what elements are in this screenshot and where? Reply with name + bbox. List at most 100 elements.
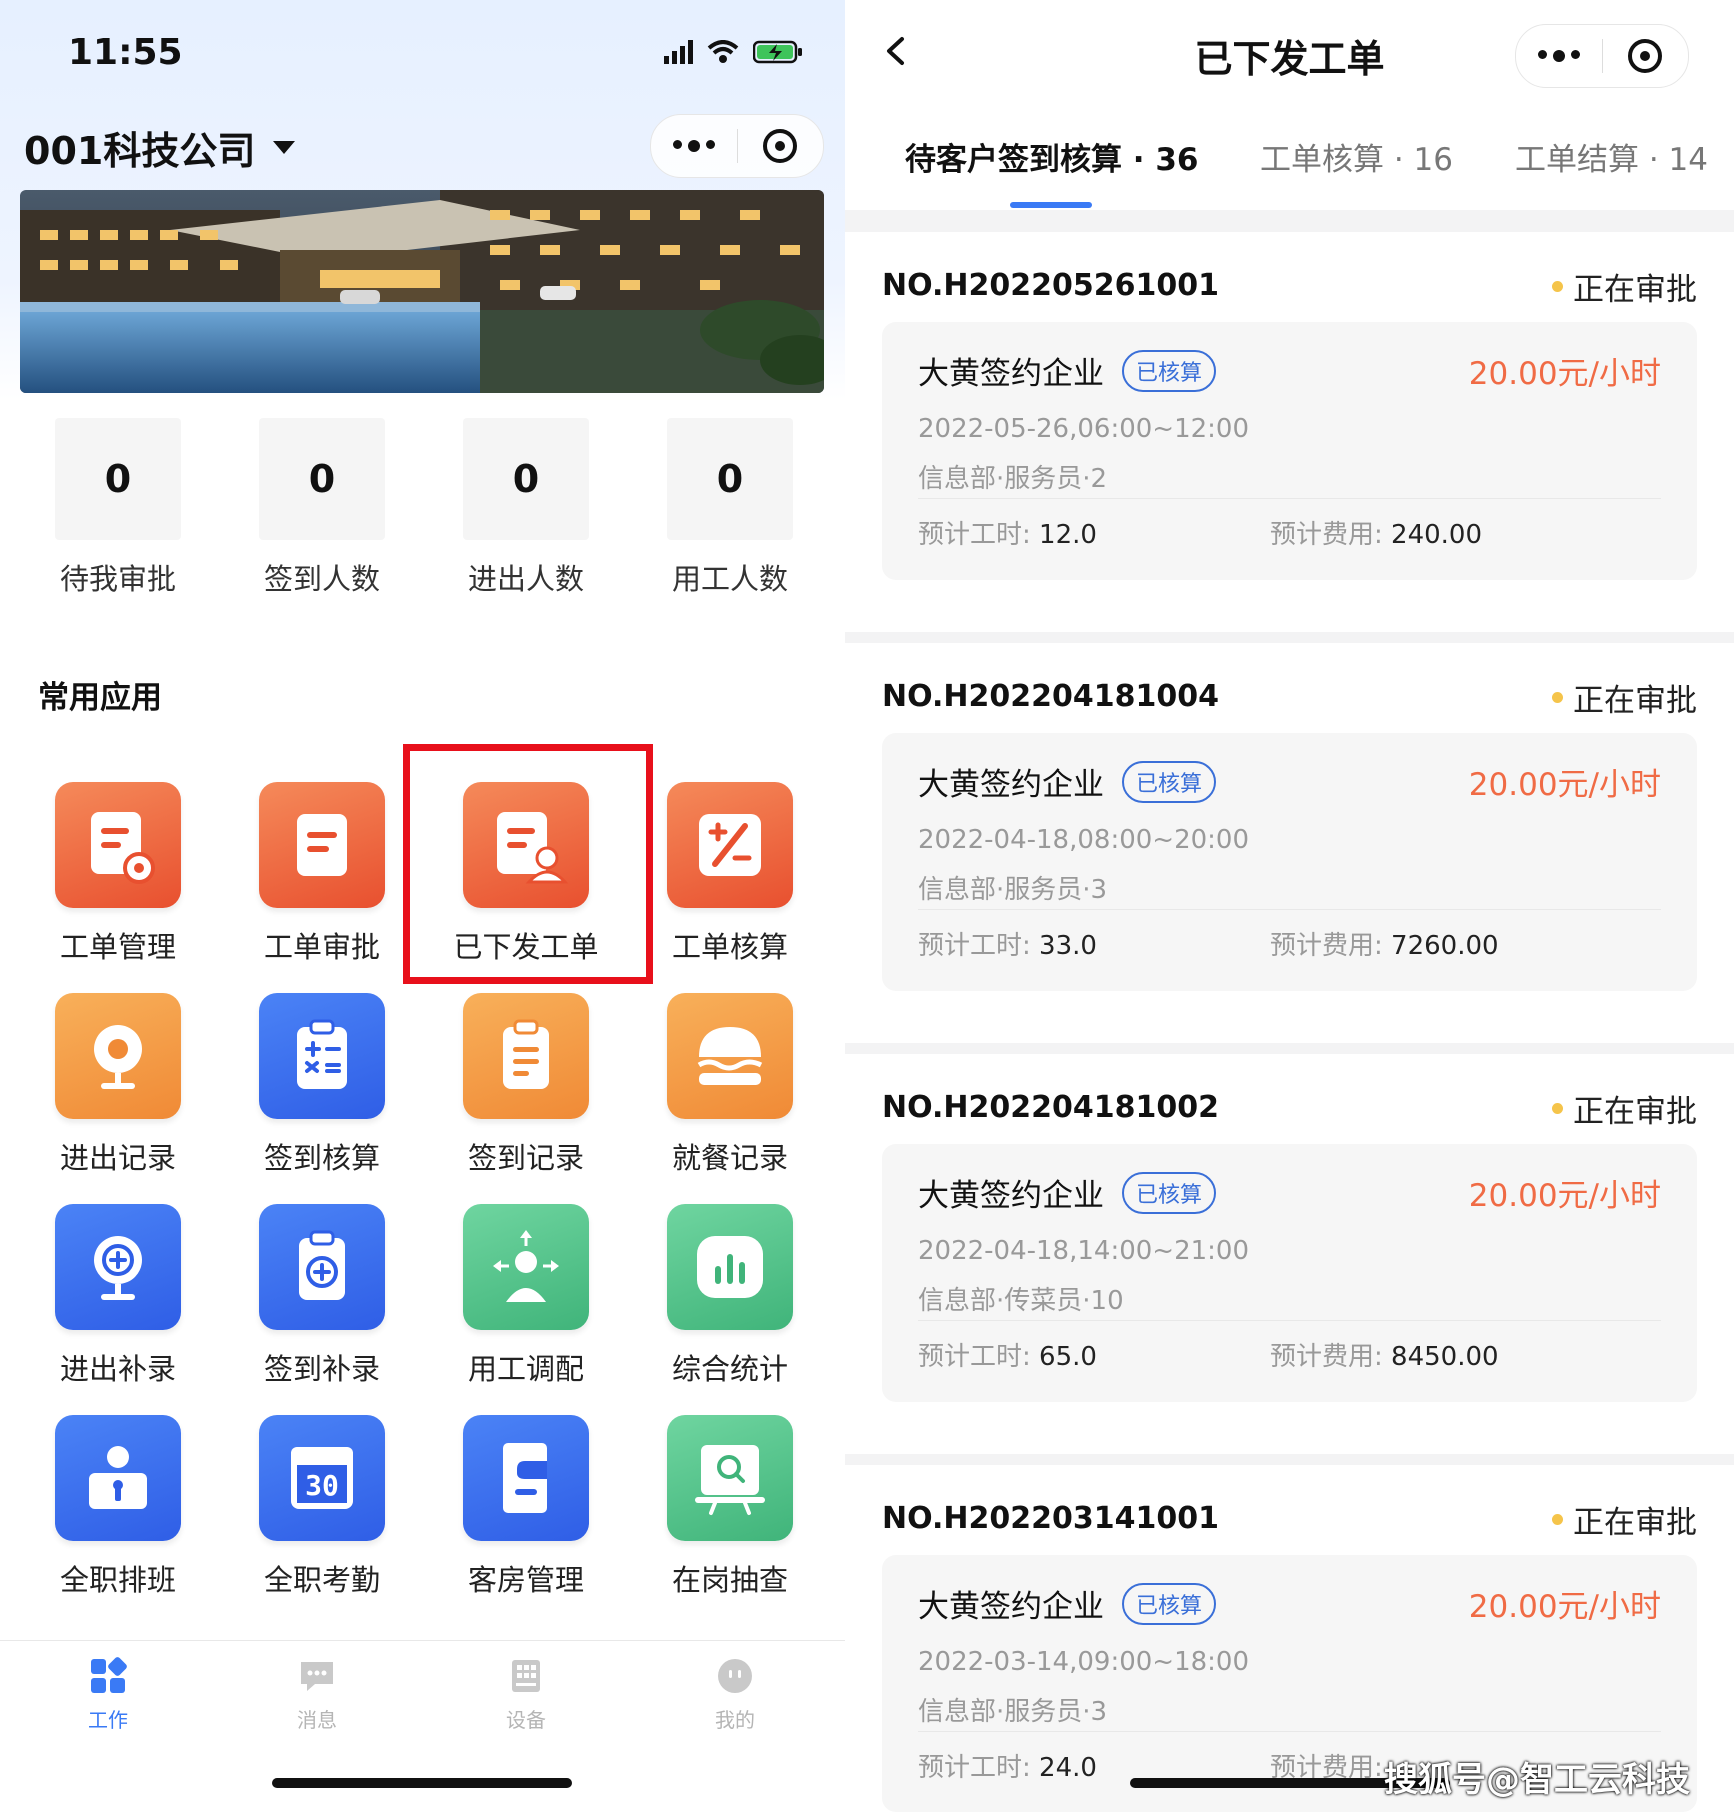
app-work-order-approval[interactable]: 工单审批	[237, 782, 407, 966]
company-row: 大黄签约企业 已核算	[918, 759, 1217, 804]
stat-value: 0	[55, 418, 181, 540]
company-name: 大黄签约企业	[918, 767, 1104, 803]
status-badge: 已核算	[1122, 349, 1217, 392]
order-number: NO.H202203141001	[882, 1501, 1219, 1536]
record-icon	[1628, 39, 1663, 73]
app-fulltime-attendance[interactable]: 30 全职考勤	[237, 1415, 407, 1599]
app-work-order-management[interactable]: 工单管理	[33, 782, 203, 966]
estimated-fee: 预计费用: 7260.00	[1270, 931, 1499, 961]
order-card[interactable]: NO.H202205261001 正在审批 大黄签约企业 已核算 20.00元/小…	[845, 232, 1734, 632]
face-icon	[718, 1659, 752, 1693]
work-home-screen: 11:55 001科技公司 0 待我审批 0 签到人数 0 进出人数 0 用工人…	[0, 0, 845, 1812]
stat-entry-exit-count[interactable]: 0 进出人数	[463, 418, 589, 598]
order-card[interactable]: NO.H202204181004 正在审批 大黄签约企业 已核算 20.00元/小…	[845, 643, 1734, 1043]
estimated-fee: 预计费用: 8450.00	[1270, 1342, 1499, 1372]
stat-value: 0	[463, 418, 589, 540]
company-row: 大黄签约企业 已核算	[918, 348, 1217, 393]
app-onduty-spot-check[interactable]: 在岗抽查	[645, 1415, 815, 1599]
stat-worker-count[interactable]: 0 用工人数	[667, 418, 793, 598]
app-entry-exit-records[interactable]: 进出记录	[33, 993, 203, 1177]
app-label: 客房管理	[467, 1563, 584, 1597]
app-label: 签到核算	[263, 1141, 380, 1175]
order-position: 信息部·服务员·2	[918, 464, 1108, 494]
app-checkin-supplement[interactable]: 签到补录	[237, 1204, 407, 1388]
company-row: 大黄签约企业 已核算	[918, 1170, 1217, 1215]
order-number: NO.H202204181004	[882, 679, 1219, 714]
company-name: 大黄签约企业	[918, 1178, 1104, 1214]
app-checkin-accounting[interactable]: 签到核算	[237, 993, 407, 1177]
clipboard-icon	[463, 993, 589, 1119]
app-label: 进出补录	[59, 1352, 176, 1386]
wifi-icon	[707, 40, 739, 63]
estimated-hours: 预计工时: 12.0	[918, 520, 1097, 550]
bar-chart-icon	[667, 1204, 793, 1330]
app-comprehensive-stats[interactable]: 综合统计	[645, 1204, 815, 1388]
app-room-management[interactable]: 客房管理	[441, 1415, 611, 1599]
order-time-range: 2022-04-18,14:00~21:00	[918, 1236, 1250, 1266]
signal-icon	[664, 40, 693, 64]
tab-label: 消息	[297, 1708, 337, 1732]
stat-label: 进出人数	[467, 562, 584, 596]
person-arrows-icon	[463, 1204, 589, 1330]
burger-icon	[667, 993, 793, 1119]
doc-icon	[259, 782, 385, 908]
company-name: 001科技公司	[24, 129, 256, 173]
close-capsule-button[interactable]	[1603, 39, 1689, 73]
app-labor-allocation[interactable]: 用工调配	[441, 1204, 611, 1388]
caret-down-icon	[273, 141, 296, 154]
more-icon[interactable]	[1516, 50, 1602, 62]
app-label: 工单管理	[59, 930, 176, 964]
highlight-box	[403, 744, 653, 984]
order-time-range: 2022-03-14,09:00~18:00	[918, 1647, 1250, 1677]
status-badge: 已核算	[1122, 1171, 1217, 1214]
tab-work[interactable]: 工作	[48, 1650, 168, 1733]
grid-icon	[91, 1657, 127, 1693]
tab-pending-customer-checkin[interactable]: 待客户签到核算 · 36	[905, 134, 1199, 179]
doc-gear-icon	[55, 782, 181, 908]
tab-order-settlement[interactable]: 工单结算 · 14	[1515, 134, 1708, 179]
order-time-range: 2022-05-26,06:00~12:00	[918, 414, 1250, 444]
clipboard-plus-icon	[259, 1204, 385, 1330]
order-status: 正在审批	[1552, 264, 1697, 309]
hotel-banner-image[interactable]	[20, 190, 824, 393]
order-card[interactable]: NO.H202204181002 正在审批 大黄签约企业 已核算 20.00元/小…	[845, 1054, 1734, 1454]
status-dot-icon	[1552, 1514, 1563, 1525]
app-label: 用工调配	[467, 1352, 584, 1386]
calendar-icon: 30	[259, 1415, 385, 1541]
order-position: 信息部·服务员·3	[918, 1697, 1108, 1727]
tab-mine[interactable]: 我的	[675, 1650, 795, 1733]
company-switcher[interactable]: 001科技公司	[24, 120, 296, 175]
app-work-order-accounting[interactable]: 工单核算	[645, 782, 815, 966]
app-label: 在岗抽查	[671, 1563, 788, 1597]
more-icon[interactable]	[651, 140, 737, 152]
company-row: 大黄签约企业 已核算	[918, 1581, 1217, 1626]
app-fulltime-scheduling[interactable]: 全职排班	[33, 1415, 203, 1599]
company-name: 大黄签约企业	[918, 1589, 1104, 1625]
stat-checkin-count[interactable]: 0 签到人数	[259, 418, 385, 598]
section-title: 常用应用	[38, 680, 162, 716]
app-checkin-records[interactable]: 签到记录	[441, 993, 611, 1177]
close-capsule-button[interactable]	[738, 129, 824, 163]
app-dining-records[interactable]: 就餐记录	[645, 993, 815, 1177]
watermark: 搜狐号@智工云科技	[1384, 1760, 1690, 1800]
stat-label: 签到人数	[263, 562, 380, 596]
tab-order-accounting[interactable]: 工单核算 · 16	[1260, 134, 1453, 179]
room-icon	[463, 1415, 589, 1541]
order-detail-box: 大黄签约企业 已核算 20.00元/小时 2022-04-18,08:00~20:…	[882, 733, 1697, 991]
order-position: 信息部·服务员·3	[918, 875, 1108, 905]
status-time: 11:55	[68, 32, 183, 73]
estimated-hours: 预计工时: 24.0	[918, 1753, 1097, 1783]
app-label: 签到记录	[467, 1141, 584, 1175]
monitor-search-icon	[667, 1415, 793, 1541]
app-entry-exit-supplement[interactable]: 进出补录	[33, 1204, 203, 1388]
id-card-icon	[55, 1415, 181, 1541]
tab-devices[interactable]: 设备	[466, 1650, 586, 1733]
order-number: NO.H202204181002	[882, 1090, 1219, 1125]
status-dot-icon	[1552, 692, 1563, 703]
app-label: 全职排班	[59, 1563, 176, 1597]
calendar-day-text: 30	[305, 1469, 339, 1502]
mini-program-capsule	[1515, 24, 1689, 88]
hourly-price: 20.00元/小时	[1468, 1589, 1661, 1625]
tab-messages[interactable]: 消息	[257, 1650, 377, 1733]
stat-pending-approval[interactable]: 0 待我审批	[55, 418, 181, 598]
